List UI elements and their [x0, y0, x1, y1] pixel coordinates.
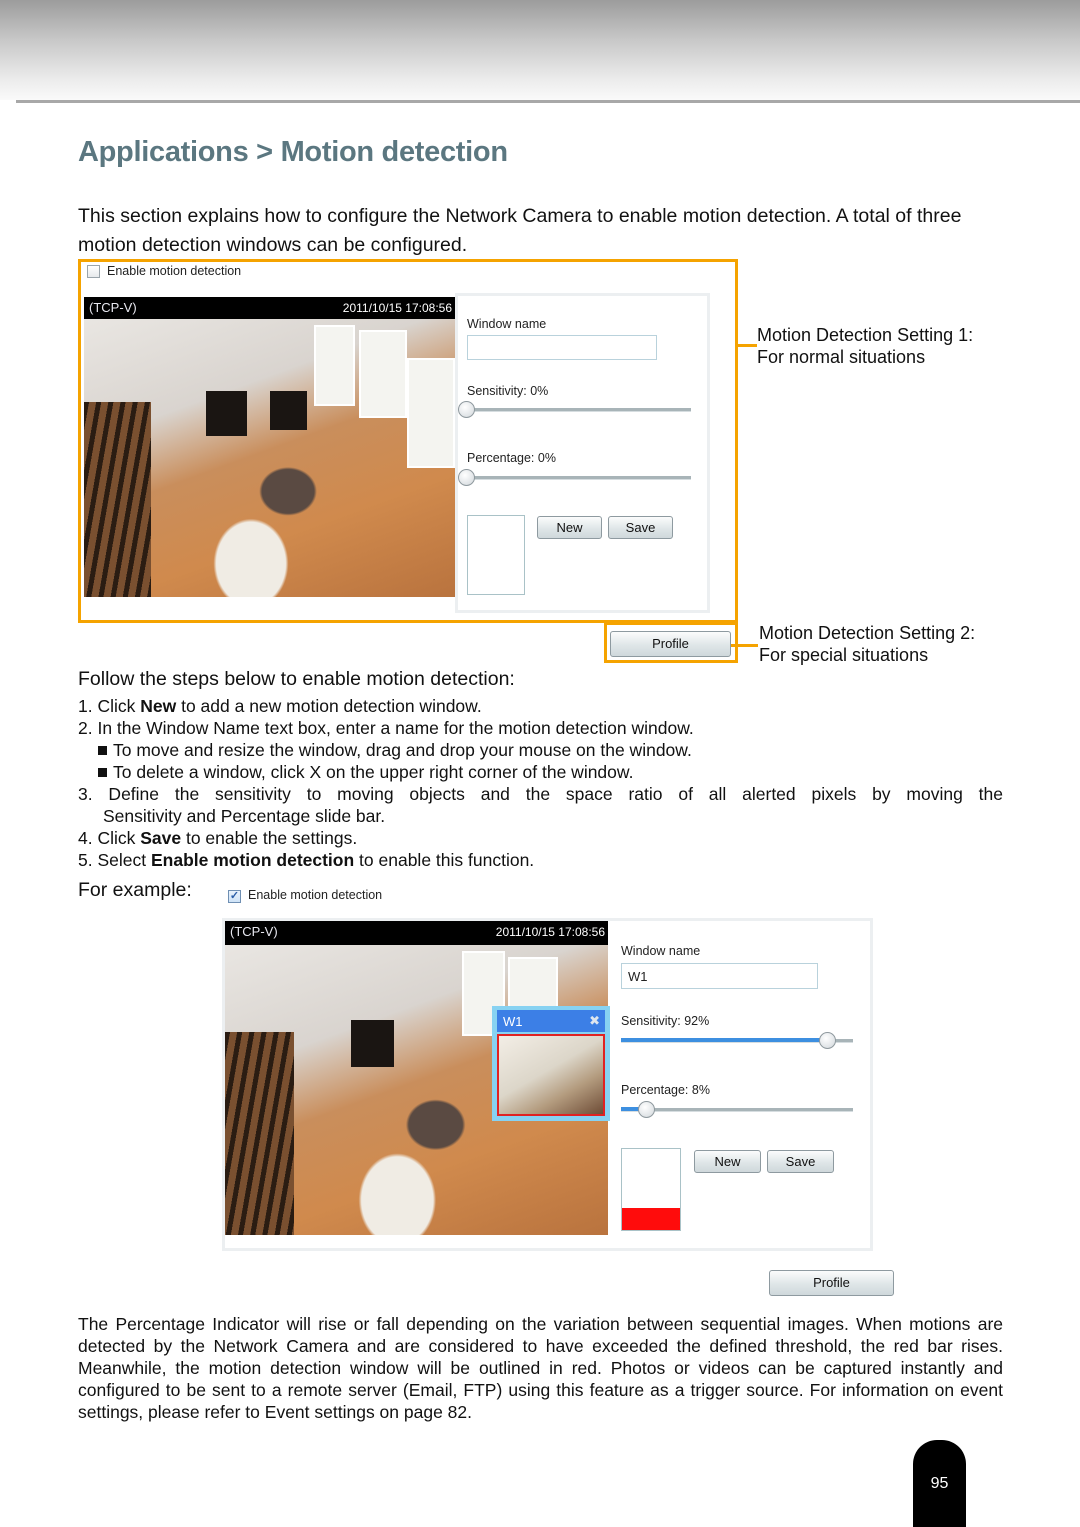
sensitivity-label: Sensitivity: 0% [467, 384, 549, 398]
percentage-slider-thumb[interactable] [458, 469, 475, 486]
sensitivity-slider-thumb[interactable] [458, 401, 475, 418]
percentage-slider-track[interactable] [621, 1108, 853, 1112]
step-5: 5. Select Enable motion detection to ena… [78, 849, 1003, 871]
sensitivity-slider-track[interactable] [467, 408, 691, 412]
bullet-icon [98, 746, 107, 755]
window-pane [314, 324, 356, 407]
step-keyword: Enable motion detection [150, 850, 355, 870]
step-4: 4. Click Save to enable the settings. [78, 827, 1003, 849]
step-keyword: New [140, 696, 177, 716]
callout-connector [735, 309, 738, 369]
motion-window-titlebar[interactable]: W1 ✖ [497, 1010, 605, 1032]
step-2: 2. In the Window Name text box, enter a … [78, 718, 694, 738]
step-text: 4. Click [78, 828, 141, 848]
sensitivity-slider-thumb[interactable] [818, 1032, 836, 1049]
page-header-band [0, 0, 1080, 100]
camera-status-bar: (TCP-V) 2011/10/15 17:08:56 [225, 921, 608, 945]
step-text: 5. Select [78, 850, 151, 870]
camera-timestamp: 2011/10/15 17:08:56 [342, 301, 452, 315]
header-divider [16, 100, 1080, 103]
profile-button[interactable]: Profile [769, 1270, 894, 1296]
percentage-indicator-fill [622, 1208, 680, 1230]
camera-timestamp: 2011/10/15 17:08:56 [495, 925, 605, 939]
check-icon: ✓ [229, 890, 240, 902]
example-label: For example: [78, 879, 192, 901]
enable-motion-detection-label: Enable motion detection [107, 264, 242, 278]
window-name-label: Window name [467, 317, 547, 331]
closing-paragraph: The Percentage Indicator will rise or fa… [78, 1314, 1003, 1422]
new-button[interactable]: New [694, 1150, 761, 1173]
enable-motion-detection-checkbox[interactable] [87, 265, 100, 278]
profile-button[interactable]: Profile [610, 631, 731, 657]
step-text: to enable the settings. [181, 828, 358, 848]
page-number-tab: 95 [913, 1440, 966, 1527]
motion-window-w1[interactable]: W1 ✖ [492, 1006, 610, 1121]
step-text: to add a new motion detection window. [176, 696, 482, 716]
callout-setting-2-title: Motion Detection Setting 2: [759, 623, 976, 643]
page-title: Applications > Motion detection [78, 136, 508, 168]
save-button[interactable]: Save [608, 516, 673, 539]
step-text: to enable this function. [354, 850, 535, 870]
percentage-label: Percentage: 8% [621, 1083, 710, 1097]
callout-setting-2: Motion Detection Setting 2: For special … [759, 622, 975, 666]
motion-window-name: W1 [503, 1014, 523, 1029]
close-icon[interactable]: ✖ [589, 1013, 600, 1029]
bullet-text: To move and resize the window, drag and … [113, 740, 692, 760]
step-text: 1. Click [78, 696, 141, 716]
step-2-bullet: To delete a window, click X on the upper… [78, 761, 1003, 783]
callout-setting-1: Motion Detection Setting 1: For normal s… [757, 324, 973, 368]
sensitivity-label: Sensitivity: 92% [621, 1014, 710, 1028]
bullet-text: To delete a window, click X on the upper… [113, 762, 634, 782]
step-keyword: Save [140, 828, 182, 848]
enable-motion-detection-checkbox-checked[interactable]: ✓ [228, 890, 241, 903]
staircase-railing [84, 402, 151, 597]
percentage-label: Percentage: 0% [467, 451, 556, 465]
step-3: 3. Define the sensitivity to moving obje… [78, 784, 1003, 804]
camera-source-label: (TCP-V) [230, 924, 278, 939]
callout-setting-1-title: Motion Detection Setting 1: [757, 325, 974, 345]
bullet-icon [98, 768, 107, 777]
new-button[interactable]: New [537, 516, 602, 539]
step-3-continued: Sensitivity and Percentage slide bar. [103, 806, 386, 826]
steps-heading: Follow the steps below to enable motion … [78, 668, 515, 690]
piano [269, 391, 307, 431]
fireplace [206, 391, 248, 436]
window-pane [358, 330, 408, 418]
camera-source-label: (TCP-V) [89, 300, 137, 315]
steps-list: 1. Click New to add a new motion detecti… [78, 695, 1003, 871]
percentage-indicator [621, 1148, 681, 1231]
staircase-railing [225, 1032, 294, 1235]
intro-paragraph: This section explains how to configure t… [78, 205, 962, 256]
percentage-slider-track[interactable] [467, 476, 691, 480]
step-1: 1. Click New to add a new motion detecti… [78, 695, 1003, 717]
callout-connector [731, 644, 758, 647]
window-pane [406, 357, 455, 468]
window-name-input[interactable] [467, 335, 657, 360]
sensitivity-slider-fill [621, 1038, 827, 1042]
camera-live-view[interactable] [84, 319, 455, 597]
fireplace [351, 1020, 394, 1067]
step-2-bullet: To move and resize the window, drag and … [78, 739, 1003, 761]
motion-window-region[interactable] [497, 1034, 605, 1116]
callout-connector [735, 344, 757, 347]
enable-motion-detection-label: Enable motion detection [248, 888, 383, 902]
save-button[interactable]: Save [767, 1150, 834, 1173]
callout-setting-2-desc: For special situations [759, 645, 929, 665]
percentage-indicator [467, 515, 525, 595]
window-name-label: Window name [621, 944, 701, 958]
window-name-input[interactable] [621, 963, 818, 989]
callout-setting-1-desc: For normal situations [757, 347, 926, 367]
page-number: 95 [930, 1475, 949, 1492]
camera-status-bar: (TCP-V) 2011/10/15 17:08:56 [84, 297, 455, 319]
